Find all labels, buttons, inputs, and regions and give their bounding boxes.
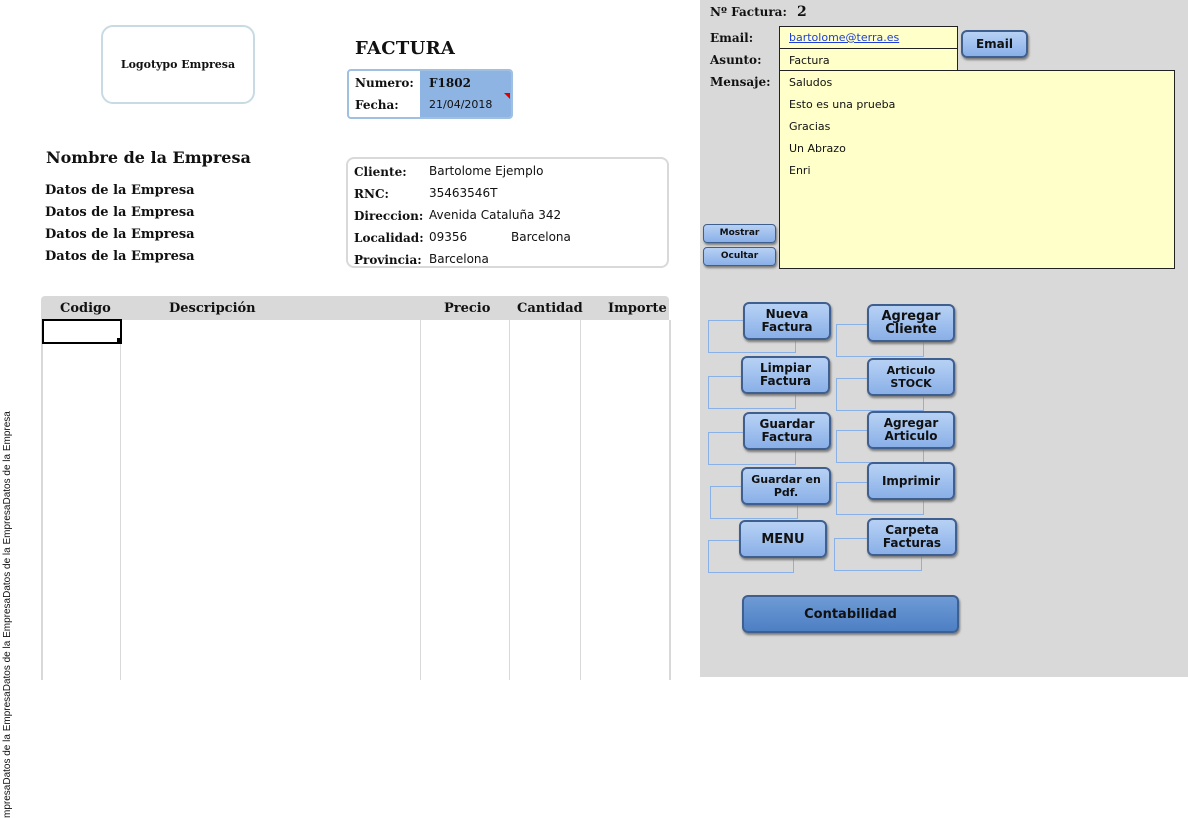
guardar-factura-label: Guardar Factura [759,417,815,444]
numero-value[interactable]: F1802 [429,76,471,90]
company-name[interactable]: Nombre de la Empresa [46,148,251,167]
asunto-field[interactable]: Factura [779,48,958,71]
limpiar-factura-button[interactable]: Limpiar Factura [741,356,830,394]
company-data-line[interactable]: Datos de la Empresa [45,183,195,198]
selected-cell[interactable] [42,319,122,344]
company-data-line[interactable]: Datos de la Empresa [45,205,195,220]
fecha-value[interactable]: 21/04/2018 [429,98,492,111]
connector-line [708,320,748,321]
email-button-label: Email [975,36,1014,51]
mensaje-label: Mensaje: [710,75,771,89]
email-field[interactable]: bartolome@terra.es [779,26,958,49]
column-divider [580,320,581,680]
imprimir-button[interactable]: Imprimir [867,462,955,500]
mensaje-field[interactable]: Saludos Esto es una prueba Gracias Un Ab… [779,70,1175,269]
direccion-value[interactable]: Avenida Cataluña 342 [429,208,561,222]
provincia-value[interactable]: Barcelona [429,252,489,266]
localidad-city[interactable]: Barcelona [511,230,571,244]
agregar-cliente-button[interactable]: Agregar Cliente [867,304,955,342]
articulo-stock-button[interactable]: Articulo STOCK [867,358,955,396]
mostrar-button[interactable]: Mostrar [703,224,776,243]
message-line: Un Abrazo [789,142,846,155]
client-info-box: Cliente: Bartolome Ejemplo RNC: 35463546… [346,157,669,268]
nueva-factura-button[interactable]: Nueva Factura [743,302,831,340]
guardar-pdf-button[interactable]: Guardar en Pdf. [741,467,831,505]
logo-text: Logotypo Empresa [120,58,236,71]
column-header-importe: Importe [608,301,667,316]
ocultar-button[interactable]: Ocultar [703,247,776,266]
column-header-precio: Precio [444,301,491,316]
company-data-line[interactable]: Datos de la Empresa [45,227,195,242]
asunto-label: Asunto: [710,53,762,67]
localidad-postal-code[interactable]: 09356 [429,230,467,244]
client-info-inner: Cliente: Bartolome Ejemplo RNC: 35463546… [348,159,667,267]
invoice-title: FACTURA [355,38,456,59]
column-divider [420,320,421,680]
guardar-factura-button[interactable]: Guardar Factura [743,412,831,450]
cliente-value[interactable]: Bartolome Ejemplo [429,164,543,178]
email-label: Email: [710,31,754,45]
company-logo-placeholder: Logotypo Empresa [101,25,255,104]
limpiar-factura-label: Limpiar Factura [760,361,811,388]
connector-line [708,432,748,433]
control-panel: Nº Factura: 2 Email: bartolome@terra.es … [700,0,1188,677]
items-table-header: Codigo Descripción Precio Cantidad Impor… [41,296,669,320]
articulo-stock-label: Articulo STOCK [886,364,936,390]
agregar-articulo-label: Agregar Articulo [883,416,939,443]
guardar-pdf-label: Guardar en Pdf. [751,473,821,499]
column-divider [509,320,510,680]
mostrar-button-label: Mostrar [719,228,760,238]
email-button[interactable]: Email [961,30,1028,58]
items-table-body[interactable] [41,320,671,680]
rnc-label: RNC: [354,187,389,201]
provincia-label: Provincia: [354,253,422,267]
column-divider [120,320,121,680]
message-line: Saludos [789,76,833,89]
localidad-label: Localidad: [354,231,424,245]
nfactura-label: Nº Factura: [710,5,787,19]
imprimir-label: Imprimir [881,473,941,488]
column-header-codigo: Codigo [60,301,111,316]
nfactura-value: 2 [797,4,807,20]
agregar-cliente-label: Agregar Cliente [881,309,941,337]
column-header-descripcion: Descripción [169,301,256,316]
message-line: Gracias [789,120,831,133]
rnc-value[interactable]: 35463546T [429,186,497,200]
column-header-cantidad: Cantidad [517,301,583,316]
menu-button[interactable]: MENU [739,520,827,558]
contabilidad-button[interactable]: Contabilidad [742,595,959,633]
fill-handle[interactable] [117,338,122,343]
menu-label: MENU [761,531,805,547]
carpeta-facturas-button[interactable]: Carpeta Facturas [867,518,957,556]
message-line: Esto es una prueba [789,98,896,111]
invoice-number-date-box: Numero: F1802 Fecha: 21/04/2018 [347,69,513,119]
agregar-articulo-button[interactable]: Agregar Articulo [867,411,955,449]
contabilidad-label: Contabilidad [804,606,897,622]
vertical-company-data-text: mpresaDatos de la EmpresaDatos de la Emp… [2,411,13,818]
message-line: Enri [789,164,811,177]
direccion-label: Direccion: [354,209,424,223]
asunto-value: Factura [789,54,830,67]
nueva-factura-label: Nueva Factura [761,307,813,334]
numero-label: Numero: [355,76,414,90]
carpeta-facturas-label: Carpeta Facturas [882,523,942,550]
fecha-label: Fecha: [355,98,399,112]
company-data-line[interactable]: Datos de la Empresa [45,249,195,264]
comment-indicator-icon[interactable] [504,93,510,99]
ocultar-button-label: Ocultar [720,251,759,261]
email-link[interactable]: bartolome@terra.es [789,31,899,44]
cliente-label: Cliente: [354,165,407,179]
